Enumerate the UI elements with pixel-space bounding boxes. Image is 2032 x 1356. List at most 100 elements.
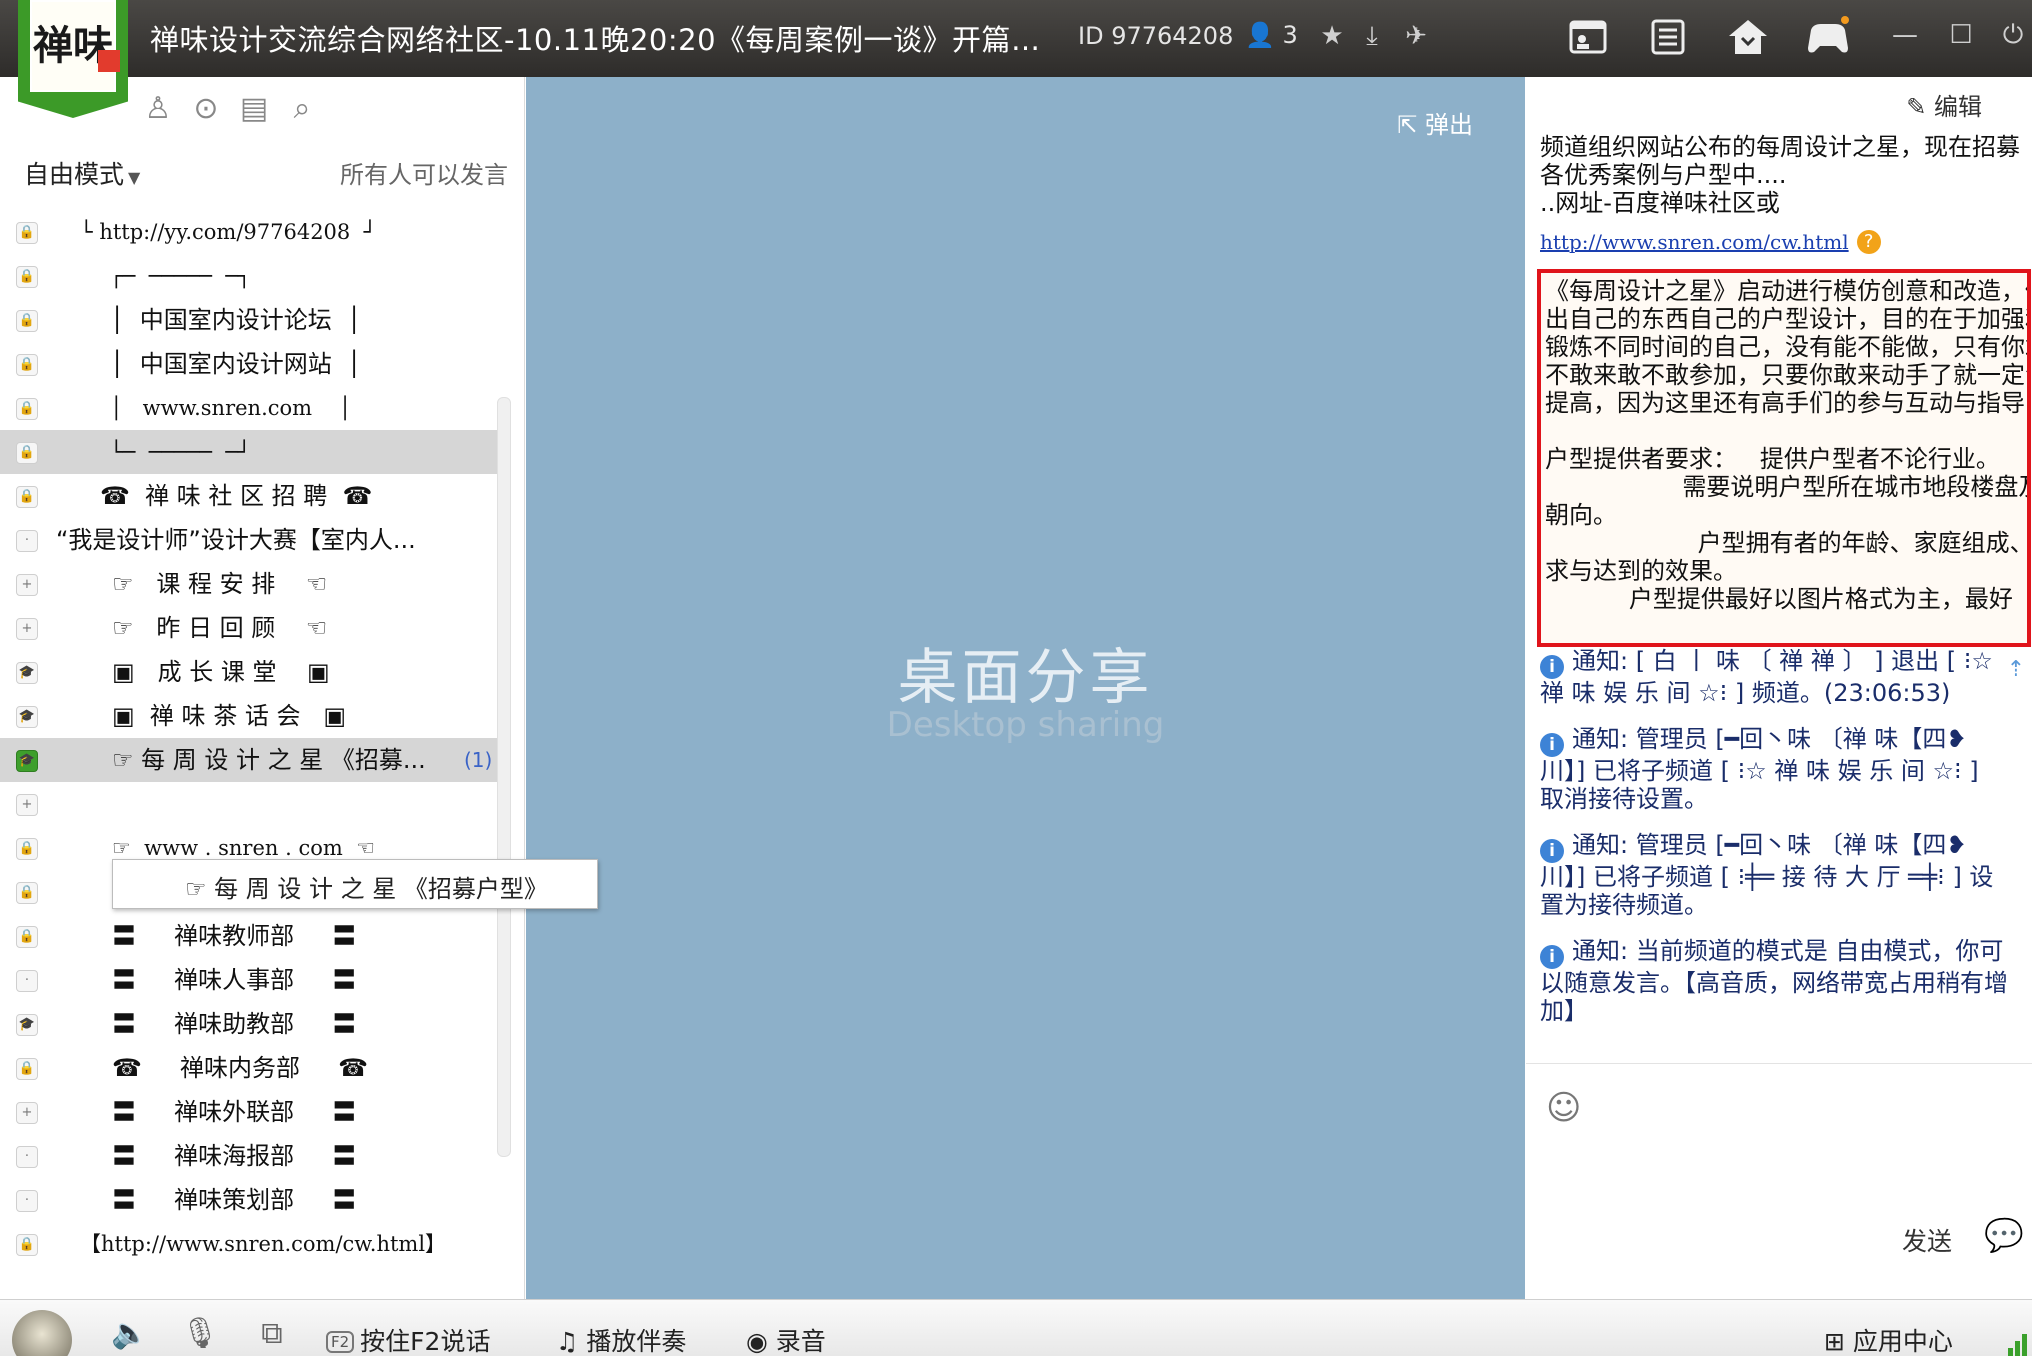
chat-scrollbar[interactable]: ⇡ [2000, 657, 2032, 787]
dot-icon: · [16, 970, 38, 992]
speaker-icon[interactable]: 🔈 [110, 1316, 150, 1356]
channel-item[interactable]: 🔒 ☎ 禅 味 社 区 招 聘 ☎ [0, 474, 497, 518]
lock-icon: 🔒 [16, 1234, 38, 1256]
channel-list-scrollbar[interactable] [497, 397, 511, 1157]
channel-label: │ www.snren.com │ [110, 396, 352, 420]
channel-label: │ 中国室内设计论坛 │ [110, 306, 362, 334]
notice-text: 频道组织网站公布的每周设计之星，现在招募各优秀案例与户型中.... ..网址-百… [1540, 133, 2020, 217]
lock-icon: 🔒 [16, 266, 38, 288]
hat-icon: 🎓 [16, 750, 38, 772]
channel-user-count: (1) [464, 748, 493, 772]
expand-icon: + [16, 1102, 38, 1124]
channel-notice: 频道组织网站公布的每周设计之星，现在招募各优秀案例与户型中.... ..网址-百… [1540, 133, 2020, 256]
channel-logo[interactable]: 禅味 [18, 0, 128, 118]
channel-item[interactable]: + ☞ 课 程 安 排 ☜ [0, 562, 497, 606]
channel-label: ┌─ ───── ─┐ [110, 264, 251, 288]
message-input[interactable]: ☺ 发送 💬 [1526, 1063, 2032, 1299]
channel-label: 〓 禅味助教部 〓 [112, 1010, 357, 1038]
push-to-talk-button[interactable]: F2 按住F2说话 [326, 1322, 490, 1356]
channel-item[interactable]: 🔒 【http://www.snren.com/cw.html】 [0, 1222, 497, 1266]
avatar[interactable] [12, 1310, 72, 1356]
home-icon[interactable] [1725, 14, 1771, 60]
channel-item[interactable]: 🔒 │ 中国室内设计网站 │ [0, 342, 497, 386]
channel-item[interactable]: · “我是设计师”设计大赛【室内人... [0, 518, 497, 562]
info-icon: i [1540, 945, 1564, 969]
channel-item[interactable]: · 〓 禅味海报部 〓 [0, 1134, 497, 1178]
desktop-share-area[interactable]: ⇱ 弹出 桌面分享 Desktop sharing [526, 77, 1525, 1299]
info-icon: i [1540, 839, 1564, 863]
expand-icon: + [16, 574, 38, 596]
channel-item[interactable]: · 〓 禅味人事部 〓 [0, 958, 497, 1002]
channel-item[interactable]: 🔒 │ 中国室内设计论坛 │ [0, 298, 497, 342]
channel-item[interactable]: + ☞ 昨 日 回 顾 ☜ [0, 606, 497, 650]
channel-label: ☎ 禅 味 社 区 招 聘 ☎ [100, 482, 373, 510]
list-icon[interactable] [1645, 14, 1691, 60]
announcement-text: 《每周设计之星》启动进行模仿创意和改造，做出自己的东西自己的户型设计，目的在于加… [1545, 277, 2031, 613]
record-icon: ◉ [746, 1327, 768, 1356]
channel-item[interactable]: 🔒 │ www.snren.com │ [0, 386, 497, 430]
help-icon[interactable]: ? [1856, 230, 1881, 254]
app-center-label: 应用中心 [1852, 1327, 1953, 1356]
hat-icon: 🎓 [16, 662, 38, 684]
mode-dropdown[interactable]: 自由模式 ▼ [24, 155, 140, 191]
channel-id: ID 97764208 [1078, 22, 1234, 50]
lock-icon: 🔒 [16, 398, 38, 420]
edit-button[interactable]: ✎ 编辑 [1906, 87, 1982, 122]
chat-message: i 通知: 当前频道的模式是 自由模式，你可以随意发言。【高音质，网络带宽占用稍有… [1540, 937, 2010, 1025]
channel-item[interactable]: 🎓 ☞ 每 周 设 计 之 星 《招募... (1) [0, 738, 497, 782]
channel-item[interactable]: 🎓 ▣ 禅 味 茶 话 会 ▣ [0, 694, 497, 738]
notice-link[interactable]: http://www.snren.com/cw.html [1540, 230, 1849, 254]
dot-icon: · [16, 1146, 38, 1168]
send-button[interactable]: 发送 [1902, 1222, 1952, 1258]
location-icon[interactable]: ⊙ [188, 91, 224, 127]
mixer-icon[interactable]: ⧉ [252, 1316, 292, 1356]
bottom-toolbar: 🔈 🎙 ⧉ F2 按住F2说话 ♫ 播放伴奏 ◉ 录音 ⊞ 应用中心 [0, 1299, 2032, 1356]
music-note-icon: ♫ [556, 1327, 579, 1356]
channel-item[interactable]: 🔒 ☎ 禅味内务部 ☎ [0, 1046, 497, 1090]
channel-item[interactable]: 🔒 ┌─ ───── ─┐ [0, 254, 497, 298]
channel-item[interactable]: + 〓 禅味外联部 〓 [0, 1090, 497, 1134]
dot-icon: · [16, 530, 38, 552]
edit-icon: ✎ [1906, 93, 1927, 121]
online-count-value: 3 [1282, 21, 1298, 49]
user-icon: 👤 [1245, 21, 1275, 49]
grid-icon: ⊞ [1824, 1327, 1845, 1356]
channel-item[interactable]: 🔒 └ http://yy.com/97764208 ┘ [0, 210, 497, 254]
record-button[interactable]: ◉ 录音 [746, 1322, 826, 1356]
channel-item[interactable]: + [0, 782, 497, 826]
push-to-talk-label: 按住F2说话 [360, 1327, 491, 1356]
close-button[interactable]: ⏻ [1998, 20, 2028, 50]
channel-label: “我是设计师”设计大赛【室内人... [56, 526, 416, 554]
notes-icon[interactable]: ▤ [236, 91, 272, 127]
lock-icon: 🔒 [16, 354, 38, 376]
channel-label: │ 中国室内设计网站 │ [110, 350, 362, 378]
channel-item[interactable]: · 〓 禅味策划部 〓 [0, 1178, 497, 1222]
chat-bubble-icon[interactable]: 💬 [1984, 1216, 2024, 1254]
scroll-up-icon[interactable]: ⇡ [2004, 657, 2028, 717]
channel-item[interactable]: 🎓 〓 禅味助教部 〓 [0, 1002, 497, 1046]
search-icon[interactable]: ⌕ [284, 91, 320, 127]
members-icon[interactable]: ♙ [140, 91, 176, 127]
channel-item[interactable]: 🔒 〓 禅味教师部 〓 [0, 914, 497, 958]
channel-item[interactable]: 🔒 └─ ───── ─┘ [0, 430, 497, 474]
plane-icon[interactable]: ✈ [1400, 20, 1432, 52]
maximize-button[interactable]: ☐ [1946, 20, 1976, 50]
popout-button[interactable]: ⇱ 弹出 [1397, 105, 1473, 140]
emoji-icon[interactable]: ☺ [1546, 1088, 1586, 1128]
speak-permission: 所有人可以发言 [340, 161, 508, 189]
star-icon[interactable]: ★ [1316, 20, 1348, 52]
tooltip-text: ☞ 每 周 设 计 之 星 《招募户型》 [185, 875, 548, 903]
chevron-down-icon: ▼ [128, 168, 141, 187]
channel-item[interactable]: 🎓 ▣ 成 长 课 堂 ▣ [0, 650, 497, 694]
lock-icon: 🔒 [16, 310, 38, 332]
play-music-button[interactable]: ♫ 播放伴奏 [556, 1322, 686, 1356]
download-icon[interactable]: ⤓ [1356, 20, 1388, 52]
microphone-icon[interactable]: 🎙 [180, 1316, 220, 1356]
app-center-button[interactable]: ⊞ 应用中心 [1824, 1322, 1953, 1356]
lock-icon: 🔒 [16, 838, 38, 860]
minimize-button[interactable]: — [1890, 20, 1920, 50]
calendar-icon[interactable] [1565, 14, 1611, 60]
hat-icon: 🎓 [16, 706, 38, 728]
info-icon: i [1540, 733, 1564, 757]
gamepad-icon[interactable] [1805, 14, 1851, 60]
